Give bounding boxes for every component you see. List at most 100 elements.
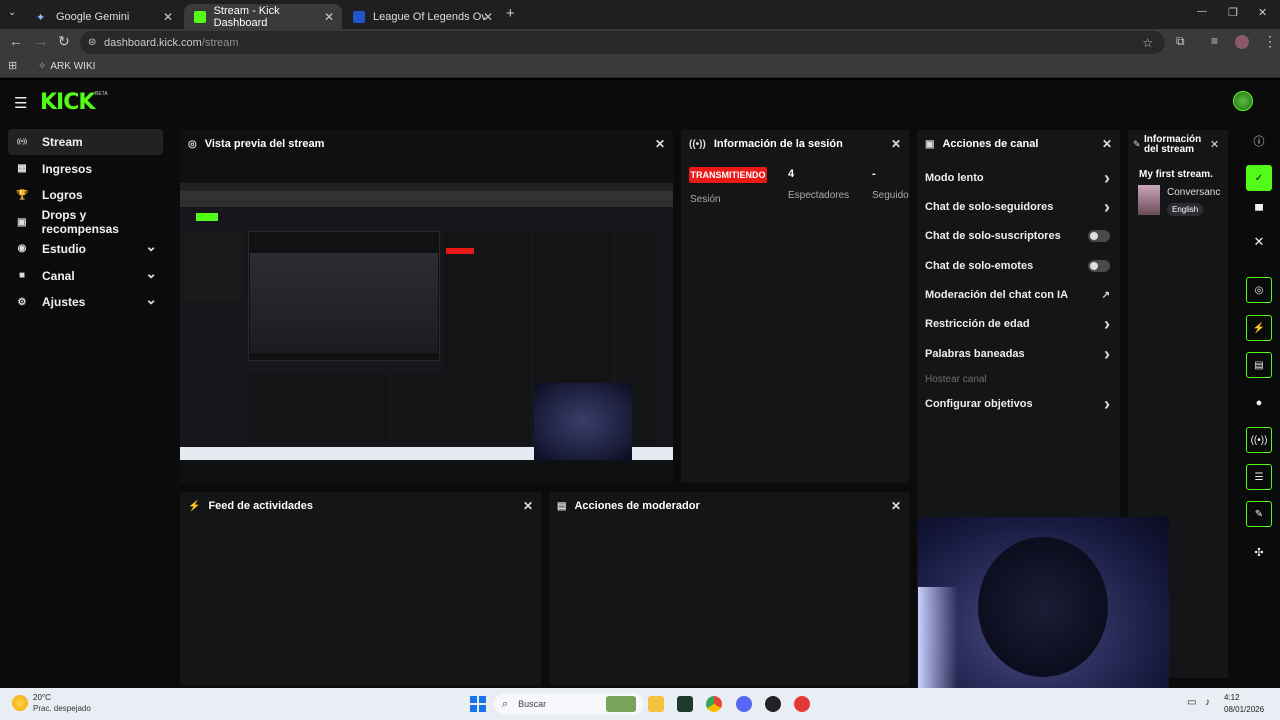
search-placeholder: Buscar [518,699,547,709]
panel-header: ✎ Información del stream ✕ [1128,130,1228,158]
sidebar-item-stream[interactable]: ((•)) Stream [8,129,163,155]
bookmark-star-icon[interactable]: ☆ [1142,36,1153,50]
chevron-right-icon: › [1104,167,1110,188]
panel-title: Feed de actividades [208,500,313,512]
tab-league-overlay[interactable]: League Of Legends Overlay Pro ✕ [343,4,501,29]
close-tab-icon[interactable]: ✕ [324,10,334,24]
action-row-moderación-del-chat-con-ia[interactable]: Moderación del chat con IA ↗ [925,285,1110,305]
chrome-icon[interactable] [706,696,722,712]
toggle-switch[interactable] [1088,230,1110,242]
discord-icon[interactable] [736,696,752,712]
session-label: Sesión [690,194,721,205]
extensions-icon[interactable]: ⧉ [1176,34,1185,49]
address-bar-row: ← → ↻ ⊜ dashboard.kick.com/stream ☆ ⧉ ≡ … [0,29,1280,56]
maximize-button[interactable]: ❐ [1228,6,1238,19]
bookmark-ark-wiki[interactable]: ✧ ARK WIKI [38,61,95,72]
sidebar-item-ajustes[interactable]: ⚙ Ajustes ⌄ [8,289,163,315]
action-row-configurar-objetivos[interactable]: Configurar objetivos › [925,394,1110,414]
tab-label: Google Gemini [56,10,130,23]
tab-gemini[interactable]: ✦ Google Gemini ✕ [26,4,181,29]
layout-icon[interactable]: ▀ [1246,200,1272,222]
recorder-icon[interactable] [794,696,810,712]
media-icon[interactable]: ≡ [1211,34,1218,48]
preview-icon: ◎ [188,138,197,150]
activity-toggle-icon[interactable]: ⚡ [1246,315,1272,341]
notes-toggle-icon[interactable]: ▤ [1246,352,1272,378]
forward-icon[interactable]: → [34,33,48,49]
minimize-button[interactable]: — [1197,6,1207,17]
more-widgets-icon[interactable]: ✣ [1246,541,1272,563]
weather-icon[interactable] [12,695,28,711]
clock-date[interactable]: 08/01/2026 [1224,705,1264,714]
chevron-down-icon[interactable]: ⌄ [145,238,157,255]
followers-count: - [872,168,876,180]
edit-icon: ✎ [1133,139,1141,149]
reload-icon[interactable]: ↻ [58,33,70,50]
close-panel-icon[interactable]: ✕ [891,137,901,151]
hamburger-menu-icon[interactable]: ☰ [14,94,27,112]
action-row-palabras-baneadas[interactable]: Palabras baneadas › [925,344,1110,364]
action-label: Hostear canal [925,373,987,385]
close-panel-icon[interactable]: ✕ [1102,137,1112,151]
channel-actions-icon: ▣ [925,138,935,150]
obs-icon[interactable] [765,696,781,712]
sidebar-item-drops-y-recompensas[interactable]: ▣ Drops y recompensas [8,208,163,237]
action-label: Chat de solo-emotes [925,260,1034,272]
chevron-down-icon[interactable]: ⌄ [145,291,157,308]
close-window-button[interactable]: ✕ [1258,6,1267,19]
category-thumbnail [1138,185,1160,215]
site-info-icon[interactable]: ⊜ [88,37,96,48]
back-icon[interactable]: ← [9,33,23,49]
close-panel-icon[interactable]: ✕ [523,499,533,513]
preview-toggle-icon[interactable]: ◎ [1246,277,1272,303]
tools-toggle-icon[interactable]: ✎ [1246,501,1272,527]
panel-header: ▣ Acciones de canal ✕ [917,130,1120,158]
file-explorer-icon[interactable] [648,696,664,712]
search-icon: ⌕ [502,697,509,710]
preview-nested-video [250,253,438,353]
session-toggle-icon[interactable]: ((•)) [1246,427,1272,453]
network-icon[interactable]: ▭ [1187,697,1196,708]
info-icon[interactable]: ⓘ [1246,130,1272,152]
tab-kick-dashboard[interactable]: Stream - Kick Dashboard ✕ [184,4,342,29]
volume-icon[interactable]: ♪ [1205,697,1210,708]
sidebar-item-ingresos[interactable]: ▦ Ingresos [8,156,163,182]
activity-feed-panel: ⚡ Feed de actividades ✕ [180,492,541,685]
url-input[interactable]: ⊜ dashboard.kick.com/stream ☆ [80,31,1165,54]
close-tab-icon[interactable]: ✕ [483,10,493,24]
sidebar-item-canal[interactable]: ■ Canal ⌄ [8,263,163,289]
close-layout-icon[interactable]: ✕ [1246,231,1272,253]
toggle-switch[interactable] [1088,260,1110,272]
checklist-icon[interactable]: ✓ [1246,165,1272,191]
action-row-chat-de-solo-seguidores[interactable]: Chat de solo-seguidores › [925,197,1110,217]
user-avatar[interactable] [1233,91,1253,111]
tab-list-icon[interactable]: ⌄ [8,7,16,18]
preview-logo [196,213,218,221]
close-panel-icon[interactable]: ✕ [655,137,665,151]
action-row-restricción-de-edad[interactable]: Restricción de edad › [925,314,1110,334]
kick-logo[interactable]: KICK [40,90,95,115]
sidebar-item-estudio[interactable]: ◉ Estudio ⌄ [8,236,163,262]
browser-menu-icon[interactable]: ⋮ [1263,33,1277,50]
chat-toggle-icon[interactable]: ● [1246,392,1272,414]
chevron-down-icon[interactable]: ⌄ [145,265,157,282]
sidebar-item-logros[interactable]: 🏆 Logros [8,182,163,208]
action-row-chat-de-solo-suscriptores[interactable]: Chat de solo-suscriptores [925,226,1110,246]
app-dark-icon[interactable] [677,696,693,712]
stream-preview-video[interactable] [180,183,673,460]
profile-avatar[interactable] [1235,35,1249,49]
windows-start-icon[interactable] [470,696,486,712]
panel-header: ((•)) Información de la sesión ✕ [681,130,909,158]
close-panel-icon[interactable]: ✕ [1210,138,1219,151]
action-row-modo-lento[interactable]: Modo lento › [925,168,1110,188]
sidebar-item-label: Drops y recompensas [41,208,119,237]
close-panel-icon[interactable]: ✕ [891,499,901,513]
actions-toggle-icon[interactable]: ☰ [1246,464,1272,490]
apps-grid-icon[interactable]: ⊞ [8,59,17,72]
new-tab-button[interactable]: + [506,5,515,22]
action-row-chat-de-solo-emotes[interactable]: Chat de solo-emotes [925,256,1110,276]
close-tab-icon[interactable]: ✕ [163,10,173,24]
live-status-badge: TRANSMITIENDO [689,167,767,183]
clock-time[interactable]: 4:12 [1224,693,1240,702]
taskbar-search[interactable]: ⌕ Buscar [494,693,644,715]
